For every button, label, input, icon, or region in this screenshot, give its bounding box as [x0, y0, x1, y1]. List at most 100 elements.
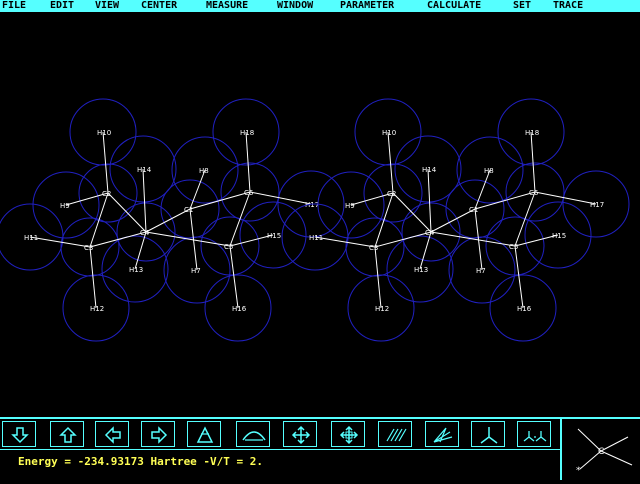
bond-c1-c6-right	[474, 191, 536, 210]
bond-c2-h10-left	[102, 131, 109, 194]
atom-label-h17-right[interactable]: H17	[590, 201, 604, 209]
stereo-lines-icon	[386, 428, 407, 442]
atom-label-h10-right[interactable]: H10	[382, 129, 396, 137]
atom-label-h15-left[interactable]: H15	[267, 232, 281, 240]
axes-orientation-panel: C *	[560, 419, 640, 480]
menu-measure[interactable]: MEASURE	[206, 0, 248, 12]
zoom-icon	[339, 425, 359, 445]
bond-c3-h12-right	[374, 246, 382, 309]
atom-label-h11-right[interactable]: H11	[309, 234, 323, 242]
atom-label-c3-left[interactable]: C3	[84, 244, 93, 252]
rotate-y-button[interactable]	[236, 421, 270, 447]
atom-label-c6-right[interactable]: C6	[529, 189, 539, 197]
zoom-button[interactable]	[331, 421, 365, 447]
atom-label-c4-right[interactable]: C4	[425, 229, 435, 237]
fan-lines-icon	[433, 427, 453, 443]
bond-c4-c5-right	[430, 231, 516, 247]
arrow-up-icon	[59, 426, 77, 443]
atom-label-c6-left[interactable]: C6	[244, 189, 254, 197]
atom-label-h18-right[interactable]: H18	[525, 129, 539, 137]
bond-c1-c6-left	[189, 191, 251, 210]
menu-view[interactable]: VIEW	[95, 0, 119, 12]
translate-icon	[291, 425, 311, 445]
rotate-x-button[interactable]	[187, 421, 221, 447]
atom-label-h12-left[interactable]: H12	[90, 305, 104, 313]
bond-c3-c4-right	[374, 231, 432, 248]
atom-label-c2-left[interactable]: C2	[102, 190, 111, 198]
double-tripod-button[interactable]	[517, 421, 551, 447]
atom-label-h18-left[interactable]: H18	[240, 129, 254, 137]
atom-label-h13-right[interactable]: H13	[414, 266, 428, 274]
rotate-up-button[interactable]	[50, 421, 84, 447]
menu-parameter[interactable]: PARAMETER	[340, 0, 394, 12]
tool-bar	[0, 419, 560, 449]
atom-label-h16-right[interactable]: H16	[517, 305, 532, 313]
bond-c6-h17-right	[534, 191, 597, 205]
arrow-down-icon	[11, 427, 29, 444]
molecule-viewport[interactable]: C1 C2 C3 C4 C5 C6 H7 H8 H9 H10 H11 H12 H13 H14 H15 H16 H…	[0, 12, 640, 418]
bond-c3-h12-left	[89, 246, 97, 309]
double-tripod-icon	[523, 431, 547, 442]
rotate-y-icon	[242, 431, 266, 441]
atom-label-h9-right[interactable]: H9	[345, 202, 355, 210]
atom-label-h12-right[interactable]: H12	[375, 305, 389, 313]
bond-c4-h14-right	[427, 168, 432, 233]
energy-readout: Energy = -234.93173 Hartree -V/T = 2.	[18, 455, 264, 468]
menu-bar: FILE EDIT VIEW CENTER MEASURE WINDOW PAR…	[0, 0, 640, 12]
menu-edit[interactable]: EDIT	[50, 0, 74, 12]
atom-label-h15-right[interactable]: H15	[552, 232, 566, 240]
svg-text:*: *	[576, 466, 581, 476]
bond-c4-h13-right	[419, 231, 432, 270]
atom-label-c5-left[interactable]: C5	[224, 243, 233, 251]
atom-label-h13-left[interactable]: H13	[129, 266, 143, 274]
menu-file[interactable]: FILE	[2, 0, 26, 12]
atom-label-c2-right[interactable]: C2	[387, 190, 396, 198]
bond-c2-c4-right	[392, 192, 432, 233]
stereo-molecule-view: C1 C2 C3 C4 C5 C6 H7 H8 H9 H10 H11 H12 H13 H14 H15 H16 H…	[0, 98, 630, 342]
bond-c5-h16-left	[229, 245, 239, 309]
tripod-button[interactable]	[471, 421, 505, 447]
axes-center-label: C	[598, 447, 604, 457]
bond-c3-c4-left	[89, 231, 147, 248]
atom-label-h7-right[interactable]: H7	[476, 267, 486, 275]
arrow-left-icon	[104, 426, 121, 444]
atom-label-h8-left[interactable]: H8	[199, 167, 209, 175]
atom-label-h14-left[interactable]: H14	[137, 166, 152, 174]
atom-label-h10-left[interactable]: H10	[97, 129, 111, 137]
atom-label-c3-right[interactable]: C3	[369, 244, 378, 252]
tripod-icon	[480, 427, 498, 444]
rotate-left-button[interactable]	[95, 421, 129, 447]
status-bar: Energy = -234.93173 Hartree -V/T = 2.	[0, 449, 560, 480]
atom-label-h14-right[interactable]: H14	[422, 166, 437, 174]
menu-center[interactable]: CENTER	[141, 0, 177, 12]
bond-c6-h18-right	[530, 131, 536, 193]
atom-label-h8-right[interactable]: H8	[484, 167, 494, 175]
atom-label-c1-right[interactable]: C1	[469, 206, 478, 214]
bond-c4-h14-left	[142, 168, 147, 233]
bond-c6-h17-left	[249, 191, 312, 205]
atom-label-c1-left[interactable]: C1	[184, 206, 193, 214]
atom-label-h7-left[interactable]: H7	[191, 267, 201, 275]
bond-c6-h18-left	[245, 131, 251, 193]
menu-window[interactable]: WINDOW	[277, 0, 313, 12]
bond-c4-c5-left	[145, 231, 231, 247]
axes-orientation-icon: C *	[576, 428, 633, 476]
menu-trace[interactable]: TRACE	[553, 0, 583, 12]
atom-label-h16-left[interactable]: H16	[232, 305, 247, 313]
atom-label-h11-left[interactable]: H11	[24, 234, 38, 242]
menu-calculate[interactable]: CALCULATE	[427, 0, 481, 12]
rotate-down-button[interactable]	[2, 421, 36, 447]
bond-c2-c4-left	[107, 192, 147, 233]
atom-label-c5-right[interactable]: C5	[509, 243, 518, 251]
rotate-right-button[interactable]	[141, 421, 175, 447]
stereo-lines-button[interactable]	[378, 421, 412, 447]
bond-c3-h11-left	[29, 236, 91, 248]
translate-button[interactable]	[283, 421, 317, 447]
atom-label-h9-left[interactable]: H9	[60, 202, 70, 210]
atom-label-c4-left[interactable]: C4	[140, 229, 150, 237]
bond-c3-h11-right	[314, 236, 376, 248]
bond-c4-h13-left	[134, 231, 147, 270]
menu-set[interactable]: SET	[513, 0, 531, 12]
rotate-x-icon	[196, 426, 214, 443]
fan-lines-button[interactable]	[425, 421, 459, 447]
